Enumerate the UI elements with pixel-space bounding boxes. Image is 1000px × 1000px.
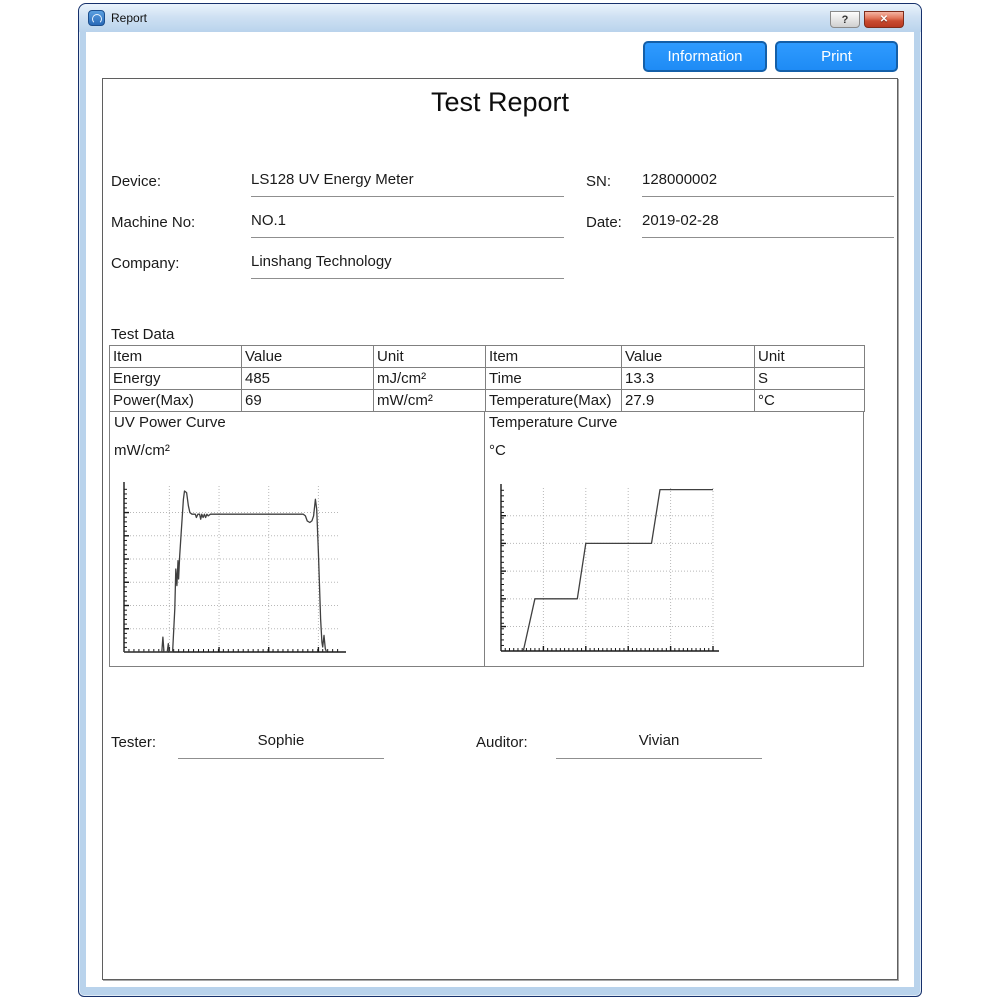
title-bar[interactable]: Report ? ✕ bbox=[79, 4, 921, 32]
machine-no-label: Machine No: bbox=[111, 214, 195, 231]
app-icon bbox=[88, 10, 105, 26]
uv-power-curve-title: UV Power Curve bbox=[114, 414, 226, 431]
machine-no-value: NO.1 bbox=[251, 212, 564, 238]
test-data-section-label: Test Data bbox=[111, 326, 174, 343]
temperature-curve-plot bbox=[495, 481, 723, 655]
chart-section: UV Power Curve mW/cm² Temperature Curve … bbox=[109, 411, 864, 667]
temperature-unit: °C bbox=[755, 390, 865, 412]
uv-power-curve-plot bbox=[118, 479, 350, 657]
device-value: LS128 UV Energy Meter bbox=[251, 171, 564, 197]
auditor-label: Auditor: bbox=[476, 734, 528, 751]
time-unit: S bbox=[755, 368, 865, 390]
report-window: Report ? ✕ Information Print Test Report… bbox=[78, 3, 922, 997]
sn-value: 128000002 bbox=[642, 171, 894, 197]
header-value-2: Value bbox=[622, 346, 755, 368]
help-button[interactable]: ? bbox=[830, 11, 860, 28]
tester-value: Sophie bbox=[178, 732, 384, 759]
tester-label: Tester: bbox=[111, 734, 156, 751]
uv-power-curve-unit: mW/cm² bbox=[114, 442, 170, 459]
power-item: Power(Max) bbox=[110, 390, 242, 412]
time-item: Time bbox=[486, 368, 622, 390]
energy-unit: mJ/cm² bbox=[374, 368, 486, 390]
temperature-curve-unit: °C bbox=[489, 442, 506, 459]
temperature-curve-cell: Temperature Curve °C bbox=[485, 411, 864, 667]
sn-label: SN: bbox=[586, 173, 611, 190]
device-label: Device: bbox=[111, 173, 161, 190]
time-value: 13.3 bbox=[622, 368, 755, 390]
information-button[interactable]: Information bbox=[643, 41, 767, 72]
table-header-row: Item Value Unit Item Value Unit bbox=[110, 346, 865, 368]
header-value-1: Value bbox=[242, 346, 374, 368]
date-label: Date: bbox=[586, 214, 622, 231]
company-value: Linshang Technology bbox=[251, 253, 564, 279]
company-label: Company: bbox=[111, 255, 179, 272]
energy-item: Energy bbox=[110, 368, 242, 390]
table-row: Energy 485 mJ/cm² Time 13.3 S bbox=[110, 368, 865, 390]
print-button[interactable]: Print bbox=[775, 41, 898, 72]
energy-value: 485 bbox=[242, 368, 374, 390]
page-title: Test Report bbox=[103, 87, 897, 118]
header-unit-1: Unit bbox=[374, 346, 486, 368]
header-unit-2: Unit bbox=[755, 346, 865, 368]
header-item-1: Item bbox=[110, 346, 242, 368]
date-value: 2019-02-28 bbox=[642, 212, 894, 238]
auditor-value: Vivian bbox=[556, 732, 762, 759]
power-unit: mW/cm² bbox=[374, 390, 486, 412]
window-title: Report bbox=[111, 11, 147, 25]
table-row: Power(Max) 69 mW/cm² Temperature(Max) 27… bbox=[110, 390, 865, 412]
close-button[interactable]: ✕ bbox=[864, 11, 904, 28]
temperature-item: Temperature(Max) bbox=[486, 390, 622, 412]
power-value: 69 bbox=[242, 390, 374, 412]
window-content: Information Print Test Report Device: LS… bbox=[86, 32, 914, 987]
report-page: Test Report Device: LS128 UV Energy Mete… bbox=[102, 78, 898, 980]
temperature-value: 27.9 bbox=[622, 390, 755, 412]
uv-power-curve-cell: UV Power Curve mW/cm² bbox=[109, 411, 485, 667]
test-data-table: Item Value Unit Item Value Unit Energy 4… bbox=[109, 345, 865, 412]
header-item-2: Item bbox=[486, 346, 622, 368]
temperature-curve-title: Temperature Curve bbox=[489, 414, 617, 431]
